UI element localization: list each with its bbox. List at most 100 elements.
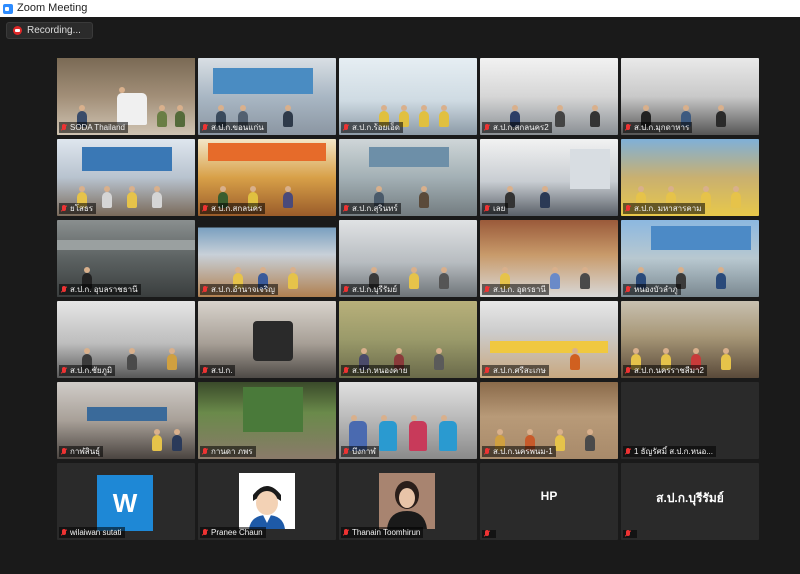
participant-name: ส.ป.ก. มหาสารคาม — [634, 204, 702, 213]
video-tile[interactable]: ส.ป.ก.ชัยภูมิ — [57, 301, 195, 378]
participant-name: Pranee Chaun — [211, 528, 263, 537]
mic-muted-icon — [202, 447, 208, 456]
video-tile[interactable]: W wilaiwan sutati — [57, 463, 195, 540]
video-tile[interactable]: ส.ป.ก.สุรินทร์ — [339, 139, 477, 216]
mic-muted-icon — [625, 285, 631, 294]
video-tile[interactable]: Thanain Toomhirun — [339, 463, 477, 540]
avatar: W — [97, 475, 153, 531]
video-tile[interactable]: ส.ป.ก.นครพนม-1 — [480, 382, 618, 459]
participant-name: กาฬสินธุ์ — [70, 447, 101, 456]
video-tile[interactable]: HP — [480, 463, 618, 540]
mic-muted-icon — [484, 204, 490, 213]
video-tile[interactable]: ส.ป.ก.บุรีรัมย์ — [339, 220, 477, 297]
video-tile[interactable]: ส.ป.ก.ศรีสะเกษ — [480, 301, 618, 378]
video-tile[interactable]: SODA Thailand — [57, 58, 195, 135]
video-tile[interactable]: ส.ป.ก.สกลนคร — [198, 139, 336, 216]
participant-name: 1 ธัญรัศมิ์ ส.ป.ก.หนอ... — [634, 447, 713, 456]
mic-muted-icon — [343, 123, 349, 132]
participant-name: ยโสธร — [70, 204, 94, 213]
gallery-grid: SODA Thailand ส.ป.ก.ขอนแก่น ส.ป.ก.ร้อยเอ… — [57, 58, 760, 540]
video-tile[interactable]: ส.ป.ก. — [198, 301, 336, 378]
mic-muted-icon — [343, 285, 349, 294]
participant-name: ส.ป.ก.สุรินทร์ — [352, 204, 398, 213]
mic-muted-icon — [61, 366, 67, 375]
participant-name: ส.ป.ก.มุกดาหาร — [634, 123, 690, 132]
zoom-logo-icon — [3, 3, 13, 14]
mic-muted-icon — [202, 123, 208, 132]
participant-name: บึงกาฬ — [352, 447, 376, 456]
video-tile[interactable]: ส.ป.ก.ร้อยเอ็ด — [339, 58, 477, 135]
participant-name: SODA Thailand — [70, 123, 125, 132]
video-tile[interactable]: ส.ป.ก.สกลนคร2 — [480, 58, 618, 135]
recording-indicator[interactable]: Recording... — [6, 22, 93, 39]
mic-muted-icon — [202, 366, 208, 375]
mic-muted-icon — [61, 123, 67, 132]
video-tile[interactable]: ส.ป.ก.มุกดาหาร — [621, 58, 759, 135]
cartoon-avatar-icon — [239, 473, 295, 529]
video-tile[interactable]: กาฬสินธุ์ — [57, 382, 195, 459]
participant-name: ส.ป.ก. อุบลราชธานี — [70, 285, 138, 294]
participant-name: ส.ป.ก.สกลนคร2 — [493, 123, 549, 132]
video-tile[interactable]: ส.ป.ก.อำนาจเจริญ — [198, 220, 336, 297]
mic-muted-icon — [61, 528, 67, 537]
mic-muted-icon — [202, 285, 208, 294]
video-tile[interactable]: เลย — [480, 139, 618, 216]
participant-name: ส.ป.ก.ชัยภูมิ — [70, 366, 113, 375]
mic-muted-icon — [484, 123, 490, 132]
mic-muted-icon — [61, 204, 67, 213]
mic-muted-icon — [484, 285, 490, 294]
participant-name: ส.ป.ก.ศรีสะเกษ — [493, 366, 546, 375]
mic-muted-icon — [202, 528, 208, 537]
window-titlebar: Zoom Meeting — [0, 0, 800, 17]
video-tile[interactable]: ส.ป.ก.บุรีรัมย์ — [621, 463, 759, 540]
participant-name: ส.ป.ก.นครราชสีมา2 — [634, 366, 704, 375]
participant-name: Thanain Toomhirun — [352, 528, 421, 537]
video-tile[interactable]: ยโสธร — [57, 139, 195, 216]
video-tile[interactable]: ส.ป.ก.นครราชสีมา2 — [621, 301, 759, 378]
participant-name: wilaiwan sutati — [70, 528, 122, 537]
participant-name: เลย — [493, 204, 506, 213]
video-tile[interactable]: บึงกาฬ — [339, 382, 477, 459]
participant-display-name: ส.ป.ก.บุรีรัมย์ — [656, 491, 724, 505]
mic-muted-icon — [343, 528, 349, 537]
mic-muted-icon — [343, 447, 349, 456]
mic-muted-icon — [625, 204, 631, 213]
video-tile[interactable]: Pranee Chaun — [198, 463, 336, 540]
participant-name: ส.ป.ก.อำนาจเจริญ — [211, 285, 275, 294]
participant-name: กานดา ภพร — [211, 447, 253, 456]
video-tile[interactable]: 1 ธัญรัศมิ์ ส.ป.ก.หนอ... — [621, 382, 759, 459]
mic-muted-icon — [484, 530, 490, 538]
video-tile[interactable]: ส.ป.ก. อุดรธานี — [480, 220, 618, 297]
recording-label: Recording... — [27, 25, 81, 36]
participant-name: ส.ป.ก.สกลนคร — [211, 204, 263, 213]
participant-name: ส.ป.ก.บุรีรัมย์ — [352, 285, 398, 294]
recording-cloud-icon — [13, 26, 22, 35]
window-title: Zoom Meeting — [17, 2, 88, 14]
video-tile[interactable]: กานดา ภพร — [198, 382, 336, 459]
avatar — [239, 473, 295, 529]
participant-name: ส.ป.ก.ขอนแก่น — [211, 123, 264, 132]
participant-name: ส.ป.ก.นครพนม-1 — [493, 447, 553, 456]
mic-muted-icon — [625, 530, 631, 538]
participant-display-name: HP — [540, 489, 558, 503]
mic-muted-icon — [61, 285, 67, 294]
participant-name: ส.ป.ก. — [211, 366, 233, 375]
mic-muted-icon — [625, 447, 631, 456]
video-tile[interactable]: ส.ป.ก.หนองคาย — [339, 301, 477, 378]
video-tile[interactable]: หนองบัวลำภู — [621, 220, 759, 297]
avatar — [379, 473, 435, 529]
video-tile[interactable]: ส.ป.ก. มหาสารคาม — [621, 139, 759, 216]
mic-muted-icon — [484, 447, 490, 456]
participant-name: ส.ป.ก.ร้อยเอ็ด — [352, 123, 400, 132]
video-tile[interactable]: ส.ป.ก. อุบลราชธานี — [57, 220, 195, 297]
mic-muted-icon — [625, 366, 631, 375]
mic-muted-icon — [61, 447, 67, 456]
mic-muted-icon — [343, 204, 349, 213]
participant-name: หนองบัวลำภู — [634, 285, 678, 294]
mic-muted-icon — [202, 204, 208, 213]
participant-name: ส.ป.ก.หนองคาย — [352, 366, 408, 375]
participant-name: ส.ป.ก. อุดรธานี — [493, 285, 546, 294]
mic-muted-icon — [625, 123, 631, 132]
mic-muted-icon — [343, 366, 349, 375]
video-tile[interactable]: ส.ป.ก.ขอนแก่น — [198, 58, 336, 135]
